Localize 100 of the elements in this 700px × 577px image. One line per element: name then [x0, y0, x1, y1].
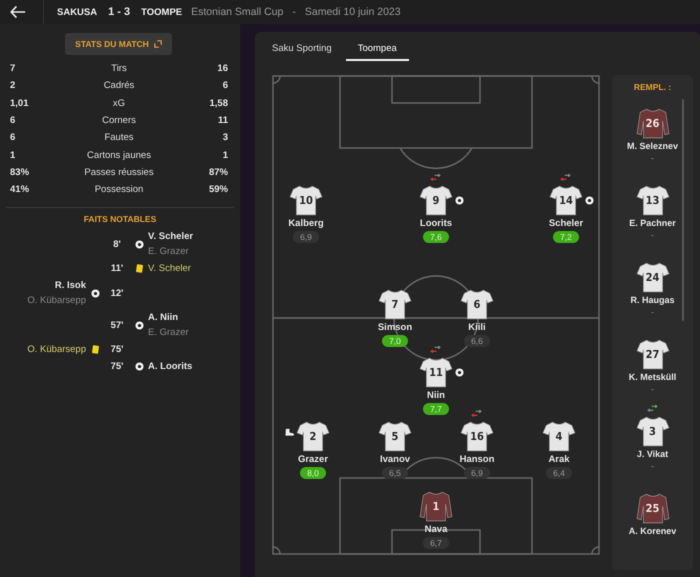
shirt-number: 5 — [390, 430, 400, 443]
player-rating: 7,6 — [423, 231, 449, 243]
shirt-number: 24 — [644, 271, 660, 284]
player-name: Hanson — [460, 454, 494, 465]
shirt-number: 16 — [469, 430, 485, 443]
team-tab[interactable]: Toompea — [346, 37, 409, 61]
event-minute: 75' — [110, 344, 124, 356]
player-rating: - — [651, 230, 654, 240]
event-minute: 57' — [110, 320, 124, 331]
player-rating: 7,0 — [382, 335, 408, 347]
stat-label: Tirs — [110, 63, 128, 74]
event-minute: 12' — [110, 288, 124, 299]
player-rating: 8,0 — [300, 467, 326, 479]
player-name: V. Scheler — [148, 230, 194, 244]
shirt-number: 6 — [472, 298, 482, 311]
home-stat-value: 83% — [10, 166, 30, 178]
player-name: Scheler — [548, 218, 584, 229]
event-minute: 11' — [110, 263, 124, 274]
player-name: Ivanov — [380, 454, 410, 465]
player-rating: 6,9 — [464, 467, 490, 479]
player-rating: 6,5 — [382, 467, 408, 479]
section-title: REMPL. : — [634, 82, 672, 92]
stat-label: Cadrés — [102, 80, 136, 92]
match-date: Samedi 10 juin 2023 — [304, 6, 401, 18]
away-stat-value: 59% — [208, 184, 228, 196]
event-minute: 75' — [110, 361, 124, 372]
away-stat-value: 1 — [222, 150, 228, 161]
player-rating: - — [651, 153, 654, 163]
shirt-number: 14 — [558, 194, 574, 207]
team-tab[interactable]: Saku Sporting — [260, 37, 344, 61]
shirt-number: 9 — [432, 194, 440, 207]
player-rating: 6,6 — [464, 335, 490, 347]
stats-button[interactable]: STATS DU MATCH — [65, 33, 172, 55]
home-stat-value: 6 — [10, 115, 16, 126]
player-name: Grazer — [298, 454, 328, 465]
home-stat-value: 1 — [10, 150, 16, 161]
stat-label: Cartons jaunes — [86, 150, 152, 161]
back-arrow-icon — [10, 5, 26, 19]
player-name: A. Korenev — [628, 526, 676, 536]
assist-name: E. Grazer — [148, 245, 190, 260]
player-rating: 6,7 — [423, 537, 449, 549]
player-name: Nava — [424, 524, 448, 535]
player-rating: 6,9 — [293, 231, 319, 243]
player-name: Kiili — [468, 322, 486, 333]
shirt-number: 3 — [648, 425, 657, 438]
away-stat-value: 3 — [222, 132, 228, 144]
player-name: K. Metsküll — [628, 372, 676, 382]
shirt-number: 25 — [644, 502, 660, 515]
home-stat-value: 6 — [10, 132, 16, 144]
section-title: FAITS NOTABLES — [82, 214, 158, 224]
player-rating: - — [651, 307, 654, 317]
player-rating: - — [651, 461, 654, 471]
player-name: O. Kübarsepp — [27, 343, 86, 358]
stat-label: xG — [112, 98, 126, 109]
stat-label: Fautes — [103, 132, 135, 144]
shirt-number: 10 — [298, 194, 314, 207]
assist-name: E. Grazer — [148, 326, 190, 340]
shirt-number: 1 — [432, 500, 440, 513]
expand-icon — [154, 40, 162, 48]
away-stat-value: 6 — [222, 80, 228, 92]
away-stat-value: 87% — [208, 166, 228, 178]
home-stat-value: 1,01 — [10, 98, 30, 109]
shirt-number: 2 — [308, 430, 318, 443]
away-stat-value: 16 — [216, 63, 228, 74]
player-name: R. Haugas — [630, 295, 674, 305]
shirt-number: 7 — [390, 298, 400, 311]
match-score: 1 - 3 — [108, 6, 130, 18]
shirt-number: 26 — [644, 117, 660, 130]
stat-label: Possession — [94, 184, 144, 196]
shirt-number: 13 — [644, 194, 660, 207]
player-name: A. Loorits — [148, 360, 194, 374]
player-name: M. Seleznev — [626, 141, 678, 151]
player-name: R. Isok — [54, 279, 86, 294]
assist-name: O. Kübarsepp — [27, 294, 86, 308]
away-stat-value: 1,58 — [208, 98, 228, 109]
stat-label: Passes réussies — [83, 166, 155, 178]
player-name: V. Scheler — [148, 262, 192, 276]
player-rating: - — [651, 384, 654, 394]
player-rating: 7,7 — [423, 403, 449, 415]
home-stat-value: 2 — [10, 80, 16, 92]
shirt-number: 11 — [428, 366, 444, 379]
player-name: J. Vikat — [636, 449, 668, 459]
player-name: E. Pachner — [629, 218, 676, 228]
player-rating: 6,4 — [546, 467, 572, 479]
shirt-number: 4 — [554, 430, 564, 443]
shirt-number: 27 — [644, 348, 660, 361]
away-team: TOOMPE — [141, 6, 182, 18]
event-minute: 8' — [112, 238, 122, 250]
home-stat-value: 7 — [10, 63, 16, 74]
player-name: Loorits — [420, 218, 452, 229]
home-stat-value: 41% — [10, 184, 30, 196]
scrollbar[interactable] — [682, 99, 684, 321]
separator-text: - — [292, 6, 296, 18]
competition-name: Estonian Small Cup — [191, 6, 284, 18]
away-stat-value: 11 — [216, 115, 228, 126]
player-name: Kalberg — [288, 218, 324, 229]
player-rating: 7,2 — [553, 231, 579, 243]
player-name: Niin — [427, 390, 445, 401]
player-name: Simson — [378, 322, 412, 333]
player-name: Arak — [548, 454, 570, 465]
